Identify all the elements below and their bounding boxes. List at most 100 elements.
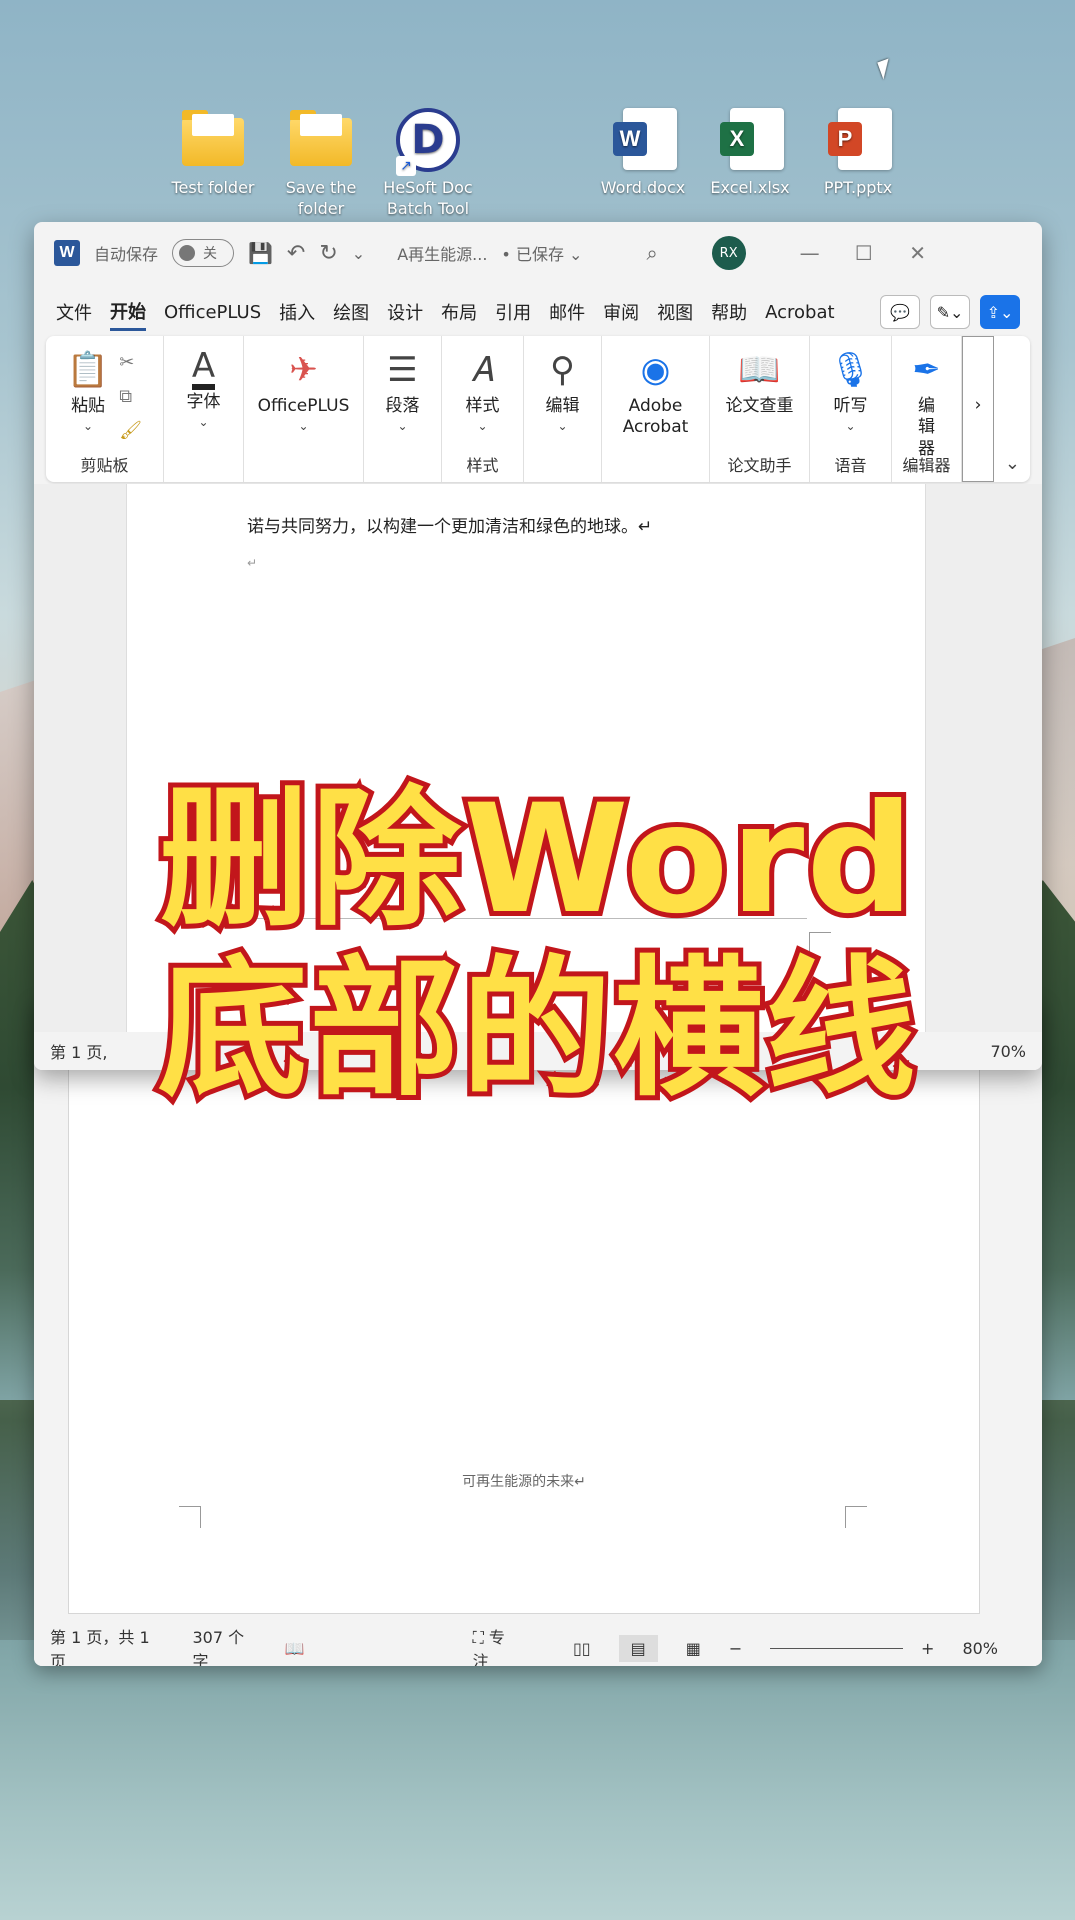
voice-group-label: 语音 — [834, 456, 867, 475]
web-layout-icon[interactable]: ▦ — [686, 1639, 701, 1658]
microphone-icon: 🎙 — [828, 350, 873, 390]
tab-home[interactable]: 开始 — [110, 294, 146, 331]
proofing-icon[interactable]: 📖 — [285, 1639, 305, 1658]
print-layout-icon[interactable]: ▤ — [618, 1634, 658, 1662]
overlay-title-line1: 删除Word — [154, 768, 919, 952]
format-painter-icon[interactable]: 🖌 — [119, 414, 142, 448]
tab-design[interactable]: 设计 — [387, 295, 423, 329]
desktop-icon-label: Excel.xlsx — [710, 178, 790, 197]
zoom-level[interactable]: 80% — [962, 1639, 998, 1658]
body-paragraph[interactable]: 诺与共同努力，以构建一个更加清洁和绿色的地球。↵ — [247, 512, 652, 537]
tab-insert[interactable]: 插入 — [279, 295, 315, 329]
close-icon[interactable]: ✕ — [898, 241, 938, 265]
dictate-button[interactable]: 🎙 听写 ⌄ 语音 — [810, 336, 892, 482]
font-icon: A — [191, 346, 216, 390]
styles-label: 样式 — [465, 396, 500, 416]
chevron-down-icon: ⌄ — [198, 415, 209, 430]
tab-help[interactable]: 帮助 — [711, 295, 747, 329]
folder-icon — [182, 110, 244, 166]
search-icon[interactable]: ⌕ — [646, 241, 657, 265]
chevron-down-icon: ⌄ — [557, 419, 568, 434]
zoom-in-button[interactable]: + — [921, 1639, 934, 1658]
find-icon: ⚲ — [550, 350, 575, 390]
ribbon-expand-icon[interactable]: ⌄ — [1005, 453, 1020, 474]
styles-group[interactable]: 𝐴 样式 ⌄ 样式 — [442, 336, 524, 482]
avatar[interactable]: RX — [711, 236, 746, 270]
copy-icon[interactable]: ⧉ — [119, 380, 142, 414]
overlay-title: 删除Word 底部的横线 — [0, 768, 1075, 1122]
mouse-cursor-icon — [877, 58, 895, 80]
redo-icon[interactable]: ↻ — [319, 241, 337, 266]
autosave-state: 关 — [203, 246, 218, 262]
focus-label: 专注 — [472, 1628, 505, 1666]
editor-button[interactable]: ✒ 编辑器 编辑器 — [892, 336, 962, 482]
page-count[interactable]: 第 1 页，共 1 页 — [50, 1624, 165, 1666]
tab-acrobat[interactable]: Acrobat — [765, 298, 834, 327]
minimize-icon[interactable]: — — [790, 241, 830, 265]
read-mode-icon[interactable]: ▯▯ — [573, 1639, 591, 1658]
desktop-icon-label: HeSoft Doc Batch Tool — [383, 178, 473, 218]
comments-button[interactable]: 💬 — [880, 295, 920, 329]
share-button[interactable]: ⇪⌄ — [980, 295, 1020, 329]
desktop-icon-label: PPT.pptx — [823, 178, 893, 197]
tab-file[interactable]: 文件 — [56, 295, 92, 329]
thesis-check-button[interactable]: 📖 论文查重 论文助手 — [710, 336, 810, 482]
editing-button[interactable]: ⚲ 编辑 ⌄ — [524, 336, 602, 482]
adobe-acrobat-label: Adobe Acrobat — [622, 396, 689, 438]
desktop-icon-word[interactable]: W Word.docx — [588, 108, 698, 199]
tab-review[interactable]: 审阅 — [603, 295, 639, 329]
footer-text[interactable]: 可再生能源的未来↵ — [69, 1471, 979, 1491]
ribbon-scroll-right[interactable]: › — [962, 336, 994, 482]
desktop-icon-test-folder[interactable]: Test folder — [158, 108, 268, 199]
desktop-icon-save-folder[interactable]: Save the folder — [266, 108, 376, 220]
tab-mailings[interactable]: 邮件 — [549, 295, 585, 329]
editing-label: 编辑 — [545, 396, 580, 416]
autosave-label: 自动保存 — [94, 245, 159, 264]
officeplus-button[interactable]: ✈ OfficePLUS ⌄ — [244, 336, 364, 482]
cut-icon[interactable]: ✂ — [119, 346, 142, 380]
editor-icon: ✒ — [912, 350, 941, 390]
tab-officeplus[interactable]: OfficePLUS — [164, 298, 261, 327]
maximize-icon[interactable]: ☐ — [844, 241, 884, 265]
document-title[interactable]: A再生能源... — [397, 241, 487, 265]
status-bar: 第 1 页，共 1 页 307 个字 📖 ⛶ 专注 ▯▯ ▤ ▦ − + 80% — [34, 1628, 1042, 1666]
tab-references[interactable]: 引用 — [495, 295, 531, 329]
chevron-down-icon: ⌄ — [83, 419, 94, 434]
desktop-icon-hesoft[interactable]: D ↗ HeSoft Doc Batch Tool — [373, 108, 483, 220]
desktop-icon-ppt[interactable]: P PPT.pptx — [803, 108, 913, 199]
paragraph-button[interactable]: ☰ 段落 ⌄ — [364, 336, 442, 482]
margin-corner-mark — [179, 1506, 201, 1528]
zoom-slider[interactable] — [770, 1647, 904, 1649]
paragraph-icon: ☰ — [387, 350, 418, 390]
title-bar: W 自动保存 关 💾 ↶ ↻ ⌄ A再生能源... • 已保存 ⌄ ⌕ RX —… — [34, 222, 1042, 284]
paragraph-mark: ↵ — [247, 556, 258, 570]
font-button[interactable]: A 字体 ⌄ — [164, 336, 244, 482]
ppt-file-icon: P — [828, 108, 892, 170]
dictate-label: 听写 — [833, 396, 868, 416]
paste-label: 粘贴 — [71, 396, 106, 416]
editing-mode-button[interactable]: ✎⌄ — [930, 295, 970, 329]
editor-group-label: 编辑器 — [902, 456, 951, 475]
tab-view[interactable]: 视图 — [657, 295, 693, 329]
word-count[interactable]: 307 个字 — [193, 1624, 257, 1666]
undo-icon[interactable]: ↶ — [287, 241, 305, 266]
desktop-icon-excel[interactable]: X Excel.xlsx — [695, 108, 805, 199]
acrobat-icon: ◉ — [640, 350, 671, 390]
chevron-down-icon: ⌄ — [397, 419, 408, 434]
chevron-right-icon: › — [974, 395, 982, 415]
paste-button[interactable]: 📋 粘贴 ⌄ — [67, 346, 109, 448]
chevron-down-icon: ⌄ — [845, 419, 856, 434]
save-icon[interactable]: 💾 — [248, 241, 273, 265]
desktop-icon-label: Save the folder — [285, 178, 357, 218]
customize-qat-icon[interactable]: ⌄ — [352, 244, 365, 263]
clipboard-group: 📋 粘贴 ⌄ ✂ ⧉ 🖌 剪贴板 — [46, 336, 164, 482]
folder-icon — [290, 110, 352, 166]
zoom-out-button[interactable]: − — [729, 1639, 742, 1658]
officeplus-label: OfficePLUS — [257, 396, 350, 416]
save-status[interactable]: • 已保存 ⌄ — [501, 241, 582, 265]
tab-layout[interactable]: 布局 — [441, 295, 477, 329]
tab-draw[interactable]: 绘图 — [333, 295, 369, 329]
focus-button[interactable]: ⛶ 专注 — [473, 1624, 545, 1666]
autosave-toggle[interactable]: 关 — [172, 239, 235, 267]
adobe-acrobat-button[interactable]: ◉ Adobe Acrobat — [602, 336, 710, 482]
